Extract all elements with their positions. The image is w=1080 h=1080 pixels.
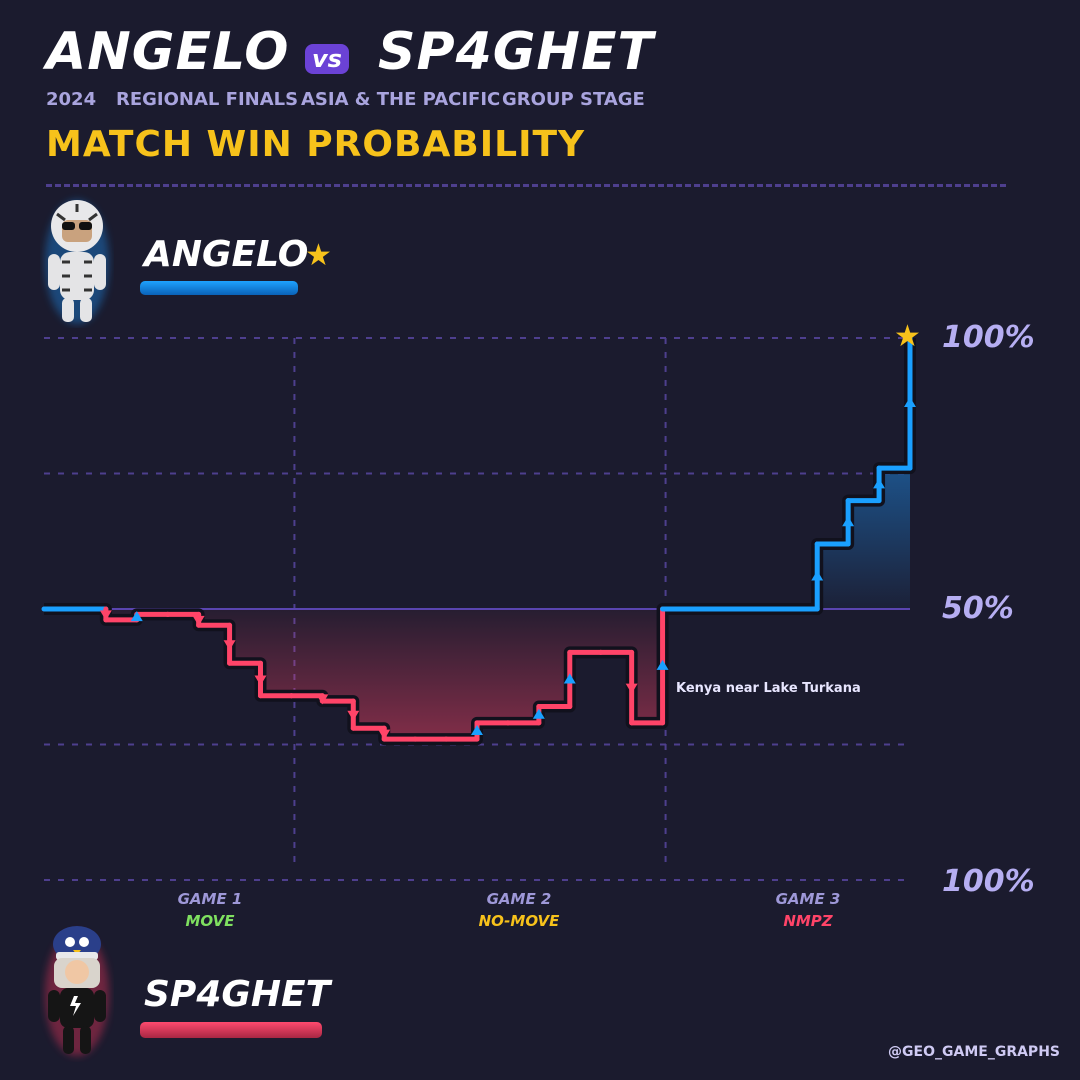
event-annotation: Kenya near Lake Turkana [676, 681, 861, 696]
game-1-label: GAME 1 MOVE [140, 890, 280, 930]
game-3-label: GAME 3 NMPZ [738, 890, 878, 930]
game-1-mode: MOVE [185, 912, 235, 930]
game-3-mode: NMPZ [783, 912, 833, 930]
player-b-color-bar [140, 1022, 322, 1038]
y-label-bottom: 100% [942, 864, 1035, 899]
game-2-title: GAME 2 [486, 890, 552, 908]
game-2-mode: NO-MOVE [478, 912, 560, 930]
player-b-name: SP4GHET [144, 974, 331, 1015]
end-star-icon: ★ [894, 319, 921, 354]
credit-handle: @GEO_GAME_GRAPHS [888, 1044, 1060, 1060]
y-label-mid: 50% [942, 591, 1014, 626]
game-3-title: GAME 3 [775, 890, 841, 908]
player-b-avatar [45, 926, 109, 1056]
y-label-top: 100% [942, 320, 1035, 355]
game-1-title: GAME 1 [177, 890, 243, 908]
game-2-label: GAME 2 NO-MOVE [449, 890, 589, 930]
